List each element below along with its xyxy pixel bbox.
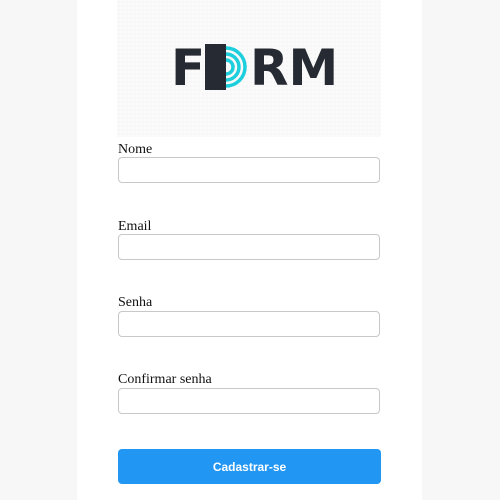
name-input[interactable] [118,157,380,183]
logo-letters-rm: RM [250,39,338,97]
page: F RM Nome Email Senha Confirmar senha Ca… [0,0,500,500]
confirm-password-input[interactable] [118,388,380,414]
password-label: Senha [118,295,153,310]
form-logo: F RM [171,39,338,97]
name-label: Nome [118,142,153,157]
logo-letter-f: F [171,39,205,97]
confirm-password-label: Confirmar senha [118,372,212,387]
email-input[interactable] [118,234,380,260]
password-input[interactable] [118,311,380,337]
logo-container: F RM [117,0,381,137]
logo-o-rings-icon [205,44,247,90]
register-button[interactable]: Cadastrar-se [118,449,381,484]
email-label: Email [118,219,152,234]
